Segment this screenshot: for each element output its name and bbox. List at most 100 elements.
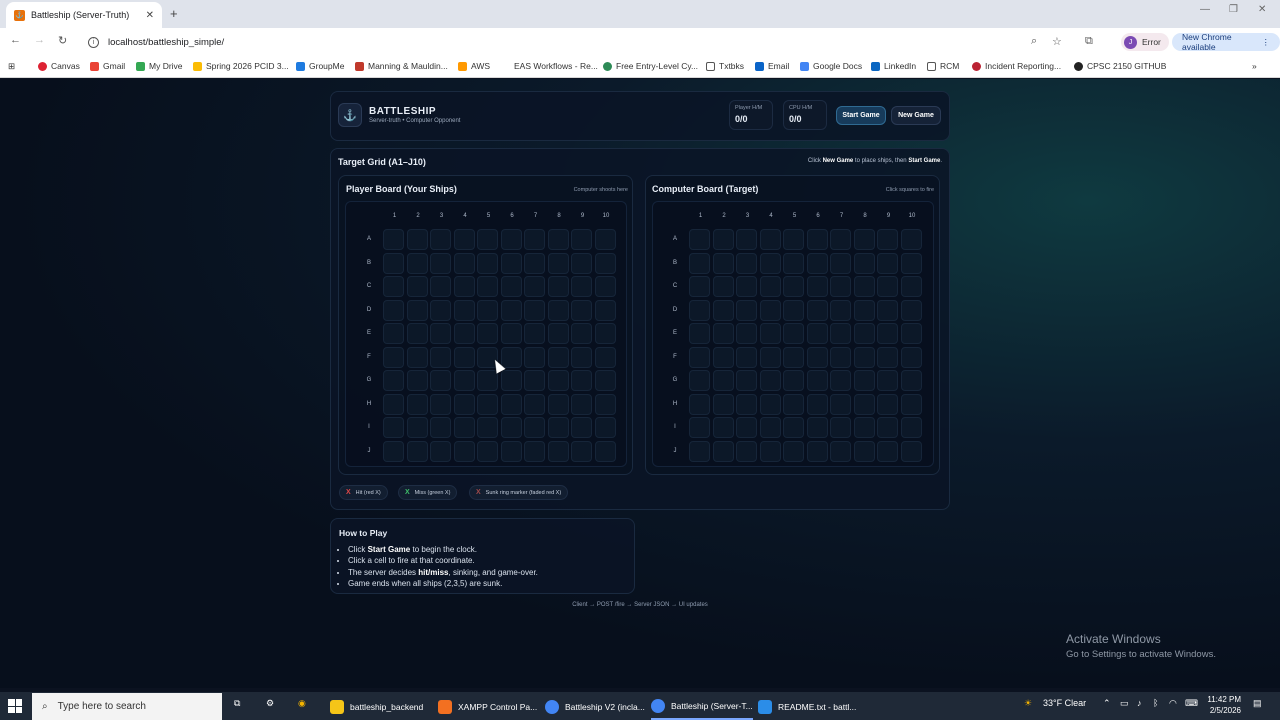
computer-cell-D9[interactable] xyxy=(877,299,898,321)
computer-cell-G9[interactable] xyxy=(877,370,898,391)
computer-cell-F10[interactable] xyxy=(900,346,922,368)
computer-cell-I4[interactable] xyxy=(759,417,781,438)
bookmark-txtbks[interactable]: Txtbks xyxy=(706,61,744,71)
computer-cell-E2[interactable] xyxy=(712,323,734,344)
computer-cell-E9[interactable] xyxy=(877,323,898,344)
computer-cell-D7[interactable] xyxy=(830,299,851,321)
chrome-icon[interactable]: ◉ xyxy=(298,698,306,709)
computer-cell-G4[interactable] xyxy=(759,370,781,391)
start-game-button[interactable]: Start Game xyxy=(836,106,886,125)
more-bookmarks-icon[interactable]: » xyxy=(1252,61,1257,71)
computer-cell-B6[interactable] xyxy=(806,252,828,274)
reload-icon[interactable]: ↻ xyxy=(58,34,67,47)
new-tab-icon[interactable]: + xyxy=(170,6,178,21)
computer-cell-E10[interactable] xyxy=(900,323,922,344)
computer-cell-I8[interactable] xyxy=(853,417,875,438)
computer-cell-J3[interactable] xyxy=(736,440,757,462)
bookmark-star-icon[interactable]: ☆ xyxy=(1052,35,1062,48)
weather-text[interactable]: 33°F Clear xyxy=(1043,698,1086,708)
computer-cell-G6[interactable] xyxy=(806,370,828,391)
bookmark-aws[interactable]: AWS xyxy=(458,61,490,71)
computer-cell-I6[interactable] xyxy=(806,417,828,438)
computer-cell-A9[interactable] xyxy=(877,229,898,250)
taskbar-app[interactable]: README.txt - battl... xyxy=(758,693,856,720)
bluetooth-icon[interactable]: ᛒ xyxy=(1153,698,1158,708)
computer-cell-J4[interactable] xyxy=(759,440,781,462)
computer-cell-C1[interactable] xyxy=(689,276,710,297)
tray-expand-icon[interactable]: ⌃ xyxy=(1103,698,1111,709)
taskbar-app[interactable]: Battleship V2 (incla... xyxy=(545,693,645,720)
forward-icon[interactable]: → xyxy=(34,34,45,46)
computer-cell-B4[interactable] xyxy=(759,252,781,274)
computer-cell-G7[interactable] xyxy=(830,370,851,391)
bookmark-eas[interactable]: EAS Workflows - Re... xyxy=(514,61,598,71)
computer-cell-F2[interactable] xyxy=(712,346,734,368)
network-icon[interactable]: ▭ xyxy=(1120,698,1129,709)
chrome-update-button[interactable]: New Chrome available ⋮ xyxy=(1172,32,1280,52)
computer-cell-B5[interactable] xyxy=(783,252,804,274)
computer-cell-I9[interactable] xyxy=(877,417,898,438)
computer-cell-H1[interactable] xyxy=(689,393,710,415)
wifi-icon[interactable]: ◠ xyxy=(1169,698,1177,709)
computer-cell-C7[interactable] xyxy=(830,276,851,297)
computer-cell-D4[interactable] xyxy=(759,299,781,321)
bookmark-spring[interactable]: Spring 2026 PCID 3... xyxy=(193,61,289,71)
computer-cell-A6[interactable] xyxy=(806,229,828,250)
computer-cell-A5[interactable] xyxy=(783,229,804,250)
bookmark-manning[interactable]: Manning & Mauldin... xyxy=(355,61,448,71)
computer-cell-C8[interactable] xyxy=(853,276,875,297)
computer-cell-H2[interactable] xyxy=(712,393,734,415)
computer-cell-H5[interactable] xyxy=(783,393,804,415)
computer-cell-J2[interactable] xyxy=(712,440,734,462)
task-view-icon[interactable]: ⧉ xyxy=(234,698,240,709)
apps-grid-icon[interactable]: ⊞ xyxy=(8,61,15,72)
computer-cell-B9[interactable] xyxy=(877,252,898,274)
computer-cell-D10[interactable] xyxy=(900,299,922,321)
volume-icon[interactable]: ♪ xyxy=(1137,698,1142,708)
computer-cell-B3[interactable] xyxy=(736,252,757,274)
computer-cell-H9[interactable] xyxy=(877,393,898,415)
maximize-icon[interactable]: ❐ xyxy=(1229,4,1238,15)
profile-error-chip[interactable]: J Error xyxy=(1121,33,1169,51)
new-game-button[interactable]: New Game xyxy=(891,106,941,125)
computer-cell-F5[interactable] xyxy=(783,346,804,368)
taskbar-app[interactable]: XAMPP Control Pa... xyxy=(438,693,537,720)
computer-cell-I2[interactable] xyxy=(712,417,734,438)
computer-cell-F4[interactable] xyxy=(759,346,781,368)
computer-cell-G8[interactable] xyxy=(853,370,875,391)
bookmark-docs[interactable]: Google Docs xyxy=(800,61,862,71)
minimize-icon[interactable]: — xyxy=(1200,4,1210,15)
computer-cell-F6[interactable] xyxy=(806,346,828,368)
bookmark-groupme[interactable]: GroupMe xyxy=(296,61,344,71)
computer-cell-G1[interactable] xyxy=(689,370,710,391)
bookmark-canvas[interactable]: Canvas xyxy=(38,61,80,71)
computer-cell-H10[interactable] xyxy=(900,393,922,415)
bookmark-linkedin[interactable]: LinkedIn xyxy=(871,61,916,71)
computer-cell-B7[interactable] xyxy=(830,252,851,274)
computer-cell-E3[interactable] xyxy=(736,323,757,344)
computer-cell-G5[interactable] xyxy=(783,370,804,391)
notification-icon[interactable]: ▤ xyxy=(1253,698,1262,709)
bookmark-email[interactable]: Email xyxy=(755,61,789,71)
computer-cell-F9[interactable] xyxy=(877,346,898,368)
tab-search-icon[interactable]: ⧉ xyxy=(1085,35,1093,48)
taskbar-app[interactable]: battleship_backend xyxy=(330,693,423,720)
computer-cell-A3[interactable] xyxy=(736,229,757,250)
computer-cell-E8[interactable] xyxy=(853,323,875,344)
computer-cell-B2[interactable] xyxy=(712,252,734,274)
address-bar[interactable]: i localhost/battleship_simple/ xyxy=(82,31,1112,53)
more-menu-icon[interactable]: ⋮ xyxy=(1262,37,1271,48)
computer-cell-H4[interactable] xyxy=(759,393,781,415)
computer-cell-D1[interactable] xyxy=(689,299,710,321)
computer-cell-A10[interactable] xyxy=(900,229,922,250)
computer-cell-E6[interactable] xyxy=(806,323,828,344)
window-close-icon[interactable]: ✕ xyxy=(1258,4,1266,15)
app-icon[interactable]: ⚙ xyxy=(266,698,274,709)
computer-cell-G3[interactable] xyxy=(736,370,757,391)
computer-cell-C9[interactable] xyxy=(877,276,898,297)
computer-cell-F3[interactable] xyxy=(736,346,757,368)
computer-cell-F8[interactable] xyxy=(853,346,875,368)
computer-cell-A4[interactable] xyxy=(759,229,781,250)
windows-start-icon[interactable] xyxy=(8,699,22,713)
computer-cell-C5[interactable] xyxy=(783,276,804,297)
